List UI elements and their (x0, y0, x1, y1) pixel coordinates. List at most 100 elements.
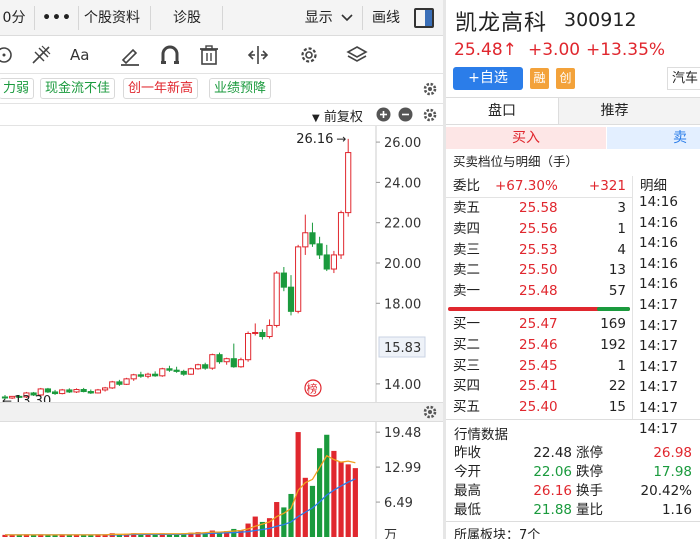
sector-count[interactable]: 所属板块：7个 (454, 524, 540, 539)
chart-toolbar: 0分 ••• 个股资料 诊股 显示 画线 (0, 0, 443, 36)
candle (337, 210, 345, 259)
diagnose-button[interactable]: 诊股 (160, 0, 214, 36)
candle (252, 323, 259, 336)
quote-label: 最低 (454, 502, 481, 518)
settings-icon[interactable] (297, 44, 321, 66)
candle (152, 371, 159, 377)
volume-bar (274, 502, 280, 537)
detail-time: 14:16 (639, 235, 678, 252)
ask-label: 卖一 (453, 283, 480, 300)
candle (144, 372, 152, 379)
trash-icon[interactable] (197, 44, 221, 66)
bid-price: 25.41 (519, 378, 558, 395)
high-annotation: 26.16 (296, 132, 333, 147)
ask-level-2[interactable]: 卖四 25.56 1 (446, 219, 632, 239)
circle-tool-icon[interactable] (0, 44, 18, 66)
profile-button[interactable]: 个股资料 (80, 0, 144, 36)
tag-earnings[interactable]: 业绩预降 (209, 78, 272, 99)
ask-level-3[interactable]: 卖三 25.53 4 (446, 240, 632, 260)
ratio-label: 委比 (453, 178, 480, 194)
candle (302, 214, 309, 255)
sector-chip[interactable]: 汽车 (667, 67, 700, 90)
more-button[interactable]: ••• (40, 0, 74, 36)
text-tool-icon[interactable]: Aa (70, 44, 96, 66)
chart-gear-icon[interactable] (422, 107, 438, 123)
candle (166, 365, 173, 372)
expand-horizontal-icon[interactable] (246, 44, 270, 66)
sell-button[interactable]: 卖出 (607, 127, 700, 149)
stock-tags: 力弱 现金流不佳 创一年新高 业绩预降 (0, 74, 443, 104)
bid-level-5[interactable]: 买五 25.40 15 (446, 397, 632, 417)
bid-price: 25.40 (519, 399, 558, 416)
gear-icon[interactable] (422, 81, 438, 97)
volume-chart[interactable]: 19.48 12.99 6.49 万 (0, 422, 443, 539)
detail-time: 14:17 (639, 297, 678, 313)
tag-weak[interactable]: 力弱 (0, 78, 35, 99)
tab-handicap[interactable]: 盘口 (446, 98, 558, 124)
ask-volume: 3 (617, 200, 626, 216)
candle (295, 244, 302, 314)
ratio-value: +67.30% (495, 178, 558, 194)
add-watchlist-button[interactable]: +自选 (453, 67, 523, 90)
layers-icon[interactable] (345, 44, 369, 66)
quote-value: 26.98 (653, 445, 692, 461)
zoom-in-icon[interactable] (376, 107, 391, 122)
volume-gear-icon[interactable] (422, 404, 438, 420)
candle (94, 388, 102, 394)
draw-line-button[interactable]: 画线 (366, 0, 406, 36)
candle (316, 236, 323, 259)
panel-toggle-icon[interactable] (414, 8, 434, 28)
y-tick-label: 24.00 (384, 176, 421, 191)
adjust-selector[interactable]: ▼ 前复权 (312, 106, 363, 125)
quote-label: 量比 (576, 502, 603, 518)
candlestick-chart[interactable]: 14.00 18.00 20.00 22.00 24.00 26.00 15.83 26.16… (0, 126, 443, 402)
drawing-tools: Aa (0, 36, 443, 74)
tag-new-high[interactable]: 创一年新高 (123, 78, 199, 99)
period-selector[interactable]: 0分 (0, 0, 28, 36)
stock-change: +3.00 (528, 40, 581, 60)
detail-time: 14:17 (639, 317, 678, 334)
bid-level-2[interactable]: 买二 25.46 192 (446, 335, 632, 355)
bid-level-4[interactable]: 买四 25.41 22 (446, 376, 632, 396)
margin-badge: 融 (530, 68, 549, 89)
pen-tool-icon[interactable] (118, 44, 142, 66)
display-dropdown[interactable]: 显示 (298, 0, 360, 36)
quote-title: 行情数据 (454, 427, 508, 443)
candle (159, 367, 166, 377)
bid-volume: 22 (608, 378, 626, 395)
bid-label: 买五 (453, 399, 480, 416)
candle (102, 386, 109, 392)
bid-level-3[interactable]: 买三 25.45 1 (446, 356, 632, 376)
zoom-out-icon[interactable] (398, 107, 413, 122)
bid-label: 买一 (453, 316, 480, 332)
volume-bar (288, 493, 294, 537)
volume-bar (317, 448, 323, 537)
detail-time: 14:16 (639, 276, 678, 293)
candle (180, 369, 187, 376)
ask-label: 卖五 (453, 200, 480, 216)
volume-bar (338, 461, 344, 537)
candle (309, 222, 316, 247)
magnet-tool-icon[interactable] (158, 44, 182, 66)
bid-level-1[interactable]: 买一 25.47 169 (446, 314, 632, 334)
ask-level-1[interactable]: 卖五 25.58 3 (446, 198, 632, 218)
fibonacci-tool-icon[interactable] (30, 44, 54, 66)
tag-cashflow[interactable]: 现金流不佳 (40, 78, 116, 99)
quote-tabs: 盘口 推荐 (446, 97, 700, 125)
ask-level-5[interactable]: 卖一 25.48 57 (446, 281, 632, 301)
price-marker-label: 15.83 (384, 341, 421, 356)
chart-pane: 0分 ••• 个股资料 诊股 显示 画线 Aa 力弱 现金流不佳 创一年新高 业… (0, 0, 443, 539)
candle (287, 275, 295, 316)
adjust-label: 前复权 (323, 110, 363, 125)
ask-price: 25.58 (519, 200, 558, 216)
quote-value: 1.16 (661, 502, 692, 518)
ask-label: 卖二 (453, 262, 480, 279)
ask-level-4[interactable]: 卖二 25.50 13 (446, 260, 632, 280)
candle (216, 352, 223, 364)
candle (259, 329, 266, 340)
candle (187, 367, 195, 375)
tab-recommend[interactable]: 推荐 (558, 98, 670, 124)
chinext-badge: 创 (556, 68, 575, 89)
ask-volume: 13 (608, 262, 626, 279)
buy-button[interactable]: 买入 (446, 127, 606, 149)
